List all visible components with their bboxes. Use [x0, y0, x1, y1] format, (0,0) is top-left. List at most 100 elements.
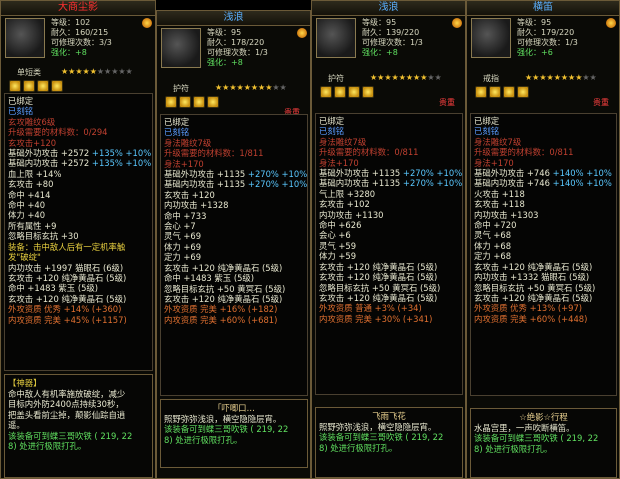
item-icon[interactable]	[471, 18, 511, 58]
flavor-line: 命中敌人有机率施放破绽，减少	[8, 389, 126, 399]
flavor-line: 该装备可到蝶三哥吹铁 ( 219, 22	[474, 433, 599, 444]
flavor-line: 8) 处进行极限打孔。	[319, 442, 398, 453]
item-icon[interactable]	[316, 18, 356, 58]
gem-slot-icon[interactable]	[37, 80, 49, 92]
item-footer: 「吓唧口… 照野弥弥浅浪，横空隐隐层宵。 该装备可到蝶三哥吹铁 ( 219, 22…	[160, 399, 308, 468]
flavor-line: 水晶宫里，一声吹断横笛。	[474, 423, 575, 433]
attribute-line: 身法+170	[474, 157, 514, 168]
attribute-list: 已绑定 已刻铭 身法雕纹7级 升级需要的材料数：0/811 身法+170 基础外功攻击 +…	[315, 113, 463, 395]
attribute-line: 发"破绽"	[8, 252, 41, 263]
star-icon: ★	[75, 67, 83, 76]
attribute-line: 已绑定	[164, 117, 190, 127]
gem-slot-icon[interactable]	[165, 96, 177, 108]
attribute-line: 已刻铭	[8, 106, 34, 117]
rarity-label: 贵重	[593, 98, 609, 107]
gem-slot-icon[interactable]	[320, 86, 332, 98]
item-title: 浅浪	[312, 1, 465, 16]
gem-slot-icon[interactable]	[517, 86, 529, 98]
gem-slot-icon[interactable]	[334, 86, 346, 98]
attribute-line: 灵气 +68	[474, 230, 512, 241]
attribute-line: 基础外功攻击 +1135 +270% +10%	[164, 169, 308, 180]
attribute-line: 会心 +7	[164, 221, 196, 232]
attribute-line: 玄攻击 +80	[8, 179, 54, 190]
attribute-line: 升级需要的材料数：0/294	[8, 127, 108, 138]
item-repair-count: 可修理次数：3/3	[51, 38, 112, 47]
star-icon: ★	[118, 67, 126, 76]
attribute-line: 玄攻击 +120 纯净黄晶石 (5级)	[319, 261, 438, 272]
attribute-line: 内攻资质 完美 +60% (+448)	[474, 313, 588, 324]
gem-slot-icon[interactable]	[193, 96, 205, 108]
item-icon[interactable]	[5, 18, 45, 58]
flavor-line: 把盖头看前尘掉，颠影仙踪自逍	[8, 409, 126, 420]
attribute-line: 玄攻击 +118	[474, 199, 525, 210]
item-durability: 耐久：139/220	[362, 28, 420, 37]
item-type: 护符	[328, 74, 344, 83]
attribute-line: 玄攻击 +120 纯净黄晶石 (5级)	[319, 272, 438, 283]
item-durability: 耐久：160/215	[51, 28, 109, 37]
attribute-line: 身法雕纹7级	[474, 136, 522, 147]
gem-slots	[475, 86, 529, 98]
star-icon: ★	[427, 73, 435, 82]
gem-slot-icon[interactable]	[362, 86, 374, 98]
star-icon: ★	[391, 73, 399, 82]
flavor-line: 该装备可到蝶三哥吹铁 ( 219, 22	[8, 430, 133, 441]
attribute-line: 血上限 +14%	[8, 168, 62, 179]
attribute-line: 忽略目标玄抗 +50 黄冥石 (5级)	[319, 282, 441, 293]
attribute-line: 体力 +59	[319, 251, 357, 262]
gem-slot-icon[interactable]	[489, 86, 501, 98]
gem-slot-icon[interactable]	[23, 80, 35, 92]
gem-slots	[165, 96, 219, 108]
attribute-line: 内功攻击 +1332 猫眼石 (5级)	[474, 272, 590, 283]
star-icon: ★	[398, 73, 406, 82]
attribute-line: 忽略目标玄抗 +50 黄冥石 (5级)	[164, 283, 286, 294]
attribute-line: 外攻资质 完美 +16% (+182)	[164, 304, 278, 315]
item-enhance: 强化：+8	[362, 48, 398, 57]
gem-slot-icon[interactable]	[51, 80, 63, 92]
attribute-line: 身法雕纹7级	[164, 137, 212, 148]
item-enhance: 强化：+8	[207, 58, 243, 67]
attribute-line: 忽略目标玄抗 +50 黄冥石 (5级)	[474, 282, 596, 293]
flavor-line: 该装备可到蝶三哥吹铁 ( 219, 22	[164, 424, 289, 435]
gem-slot-icon[interactable]	[348, 86, 360, 98]
coin-icon	[297, 28, 307, 38]
gem-slot-icon[interactable]	[9, 80, 21, 92]
attribute-line: 气上限 +3280	[319, 188, 376, 199]
star-icon: ★	[553, 73, 561, 82]
star-icon: ★	[243, 83, 251, 92]
attribute-line: 已刻铭	[474, 126, 500, 137]
item-repair-count: 可修理次数：1/3	[207, 48, 268, 57]
attribute-line: 已绑定	[319, 116, 345, 126]
attribute-list: 已绑定 已刻铭 身法雕纹7级 升级需要的材料数：0/811 身法+170 基础外功攻击 +…	[470, 113, 617, 396]
attribute-line: 玄攻击 +120 纯净黄晶石 (5级)	[474, 261, 593, 272]
star-rating: ★★★★★★★★★★	[525, 73, 597, 82]
gem-slots	[320, 86, 374, 98]
star-icon: ★	[96, 67, 105, 76]
attribute-line: 内功攻击 +1303	[474, 209, 539, 220]
item-repair-count: 可修理次数：1/3	[517, 38, 578, 47]
star-icon: ★	[434, 73, 442, 82]
coin-icon	[606, 18, 616, 28]
star-rating: ★★★★★★★★★★	[215, 83, 287, 92]
star-icon: ★	[589, 73, 597, 82]
item-level: 等级：95	[362, 18, 397, 27]
flavor-line: 8) 处进行极限打孔。	[474, 443, 553, 454]
attribute-line: 基础内功攻击 +1135 +270% +10%	[319, 178, 463, 189]
star-rating: ★★★★★★★★★★	[61, 67, 133, 76]
item-tooltip-4: 横笛 等级：95 耐久：179/220 可修理次数：1/3 强化：+6 戒指 ★★…	[466, 0, 620, 479]
gem-slot-icon[interactable]	[475, 86, 487, 98]
item-tooltip-3: 浅浪 等级：95 耐久：139/220 可修理次数：1/3 强化：+8 护符 ★★…	[311, 0, 466, 479]
attribute-line: 火攻击 +118	[474, 188, 525, 199]
attribute-line: 玄攻击 +120 纯净黄晶石 (5级)	[474, 292, 593, 303]
attribute-line: 内功攻击 +1130	[319, 209, 384, 220]
star-icon: ★	[250, 83, 259, 92]
gem-slots	[9, 80, 63, 92]
attribute-line: 命中 +733	[164, 210, 207, 221]
item-icon[interactable]	[161, 28, 201, 68]
item-enhance: 强化：+6	[517, 48, 553, 57]
gem-slot-icon[interactable]	[503, 86, 515, 98]
attribute-line: 会心 +6	[319, 230, 351, 241]
attribute-line: 命中 +1483 紫玉 (5级)	[164, 273, 255, 284]
attribute-line: 基础内功攻击 +746 +140% +10%	[474, 178, 612, 189]
gem-slot-icon[interactable]	[179, 96, 191, 108]
gem-slot-icon[interactable]	[207, 96, 219, 108]
